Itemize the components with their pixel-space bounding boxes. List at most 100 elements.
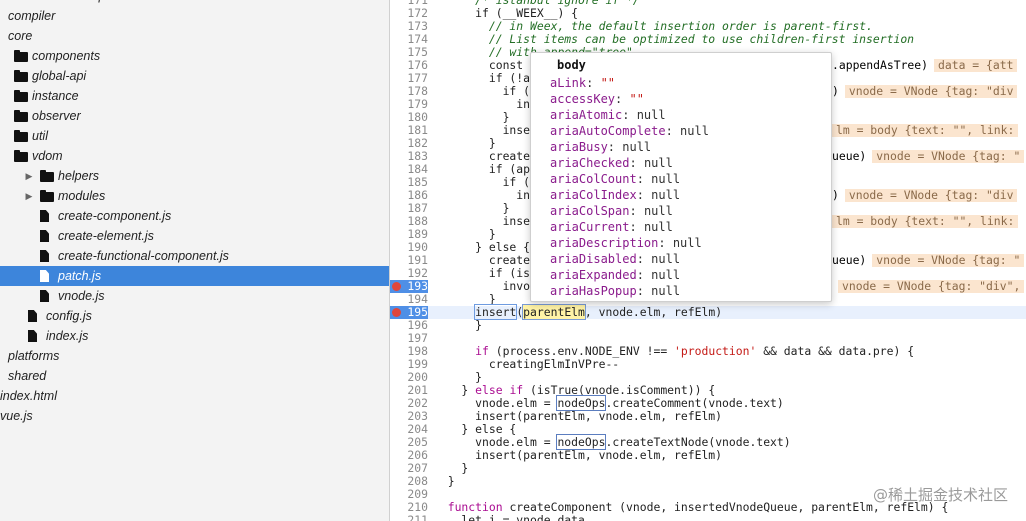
- tree-item[interactable]: create-functional-component.js: [0, 246, 389, 266]
- property-value: null: [643, 204, 673, 218]
- colon: :: [629, 204, 644, 218]
- property-name: ariaCurrent: [550, 220, 630, 234]
- property-row[interactable]: accessKey: "": [550, 91, 644, 107]
- property-name: ariaAutoComplete: [550, 124, 666, 138]
- tree-item-label: util: [32, 129, 48, 143]
- code-tail: lm = body {text: "", link:: [832, 124, 1019, 137]
- tree-item[interactable]: components: [0, 46, 389, 66]
- tree-item[interactable]: ▶ helpers: [0, 166, 389, 186]
- code-line[interactable]: 206 insert(parentElm, vnode.elm, refElm): [390, 449, 1026, 462]
- tree-item[interactable]: config.js: [0, 306, 389, 326]
- tree-item[interactable]: global-api: [0, 66, 389, 86]
- tree-item[interactable]: create-element.js: [0, 226, 389, 246]
- code-part: }: [434, 474, 455, 488]
- code-part: if (: [434, 84, 531, 98]
- property-row[interactable]: ariaColCount: null: [550, 171, 680, 187]
- property-name: ariaAtomic: [550, 108, 623, 122]
- tree-item[interactable]: vnode.js: [0, 286, 389, 306]
- code-part: }: [434, 292, 496, 306]
- colon: :: [658, 236, 673, 250]
- code-part: // in Weex, the default insertion order …: [434, 19, 873, 33]
- code-part: }: [434, 318, 483, 332]
- disclosure-triangle-icon[interactable]: ▶: [24, 166, 34, 186]
- property-row[interactable]: aLink: "": [550, 75, 615, 91]
- code-part: ueue): [832, 149, 867, 163]
- code-text: insert(parentElm, vnode.elm, refElm): [434, 449, 722, 462]
- file-navigator: Users/tian/Desktop/read-source/vue/srcco…: [0, 0, 390, 521]
- variable-preview-popover: body aLink: "" accessKey: "" ariaAtomic: n…: [530, 52, 832, 302]
- colon: :: [636, 188, 652, 202]
- property-value: null: [651, 284, 681, 298]
- property-value: null: [680, 124, 709, 138]
- tree-item-label: patch.js: [58, 269, 102, 283]
- tree-item[interactable]: vdom: [0, 146, 389, 166]
- tree-item-label: core: [8, 29, 33, 43]
- folder-icon: [40, 190, 54, 202]
- tree-item[interactable]: platforms: [0, 346, 389, 366]
- colon: :: [622, 108, 637, 122]
- property-name: ariaColSpan: [550, 204, 630, 218]
- breakpoint-icon[interactable]: [392, 282, 401, 291]
- property-row[interactable]: ariaDisabled: null: [550, 251, 680, 267]
- disclosure-triangle-icon[interactable]: ▶: [24, 186, 34, 206]
- code-line[interactable]: 207 }: [390, 462, 1026, 475]
- keyword: if: [475, 344, 489, 358]
- watermark: @稀土掘金技术社区: [872, 486, 1008, 504]
- tree-item-label: instance: [32, 89, 79, 103]
- code-line[interactable]: 196 }: [390, 319, 1026, 332]
- colon: :: [615, 92, 630, 106]
- code-line[interactable]: 211 let i = vnode.data: [390, 514, 1026, 521]
- code-part: invo: [434, 279, 531, 293]
- property-value: null: [672, 236, 702, 250]
- property-row[interactable]: ariaBusy: null: [550, 139, 651, 155]
- line-number[interactable]: 211: [390, 514, 428, 521]
- tree-item[interactable]: ▶ modules: [0, 186, 389, 206]
- property-row[interactable]: ariaCurrent: null: [550, 219, 673, 235]
- property-row[interactable]: ariaColSpan: null: [550, 203, 673, 219]
- tree-item-label: config.js: [46, 309, 92, 323]
- property-row[interactable]: ariaExpanded: null: [550, 267, 680, 283]
- tree-item[interactable]: compiler: [0, 6, 389, 26]
- tree-item[interactable]: create-component.js: [0, 206, 389, 226]
- tree-item-label: components: [32, 49, 101, 63]
- property-row[interactable]: ariaHasPopup: null: [550, 283, 680, 299]
- property-row[interactable]: ariaAutoComplete: null: [550, 123, 709, 139]
- keyword: function: [447, 500, 503, 514]
- tree-item[interactable]: core: [0, 26, 389, 46]
- property-name: ariaColCount: [550, 172, 637, 186]
- tree-item[interactable]: shared: [0, 366, 389, 386]
- hovered-variable[interactable]: parentElm: [522, 304, 586, 320]
- colon: :: [629, 220, 644, 234]
- tree-item[interactable]: vue.js: [0, 406, 389, 426]
- call-expression[interactable]: insert: [474, 304, 518, 320]
- file-icon: [40, 230, 49, 242]
- code-line[interactable]: 195 insert(parentElm, vnode.elm, refElm): [390, 304, 1026, 320]
- tree-item-label: helpers: [58, 169, 99, 183]
- file-icon: [40, 290, 49, 302]
- code-line[interactable]: 199 creatingElmInVPre--: [390, 358, 1026, 371]
- tree-item-label: vdom: [32, 149, 63, 163]
- file-icon: [40, 270, 49, 282]
- tree-item[interactable]: util: [0, 126, 389, 146]
- tree-item[interactable]: index.html: [0, 386, 389, 406]
- symbol-reference[interactable]: nodeOps: [556, 434, 607, 450]
- inline-value: vnode = VNode {tag: ": [872, 150, 1025, 163]
- property-value: null: [643, 156, 673, 170]
- property-row[interactable]: ariaDescription: null: [550, 235, 702, 251]
- file-icon: [28, 310, 37, 322]
- tree-item[interactable]: index.js: [0, 326, 389, 346]
- symbol-reference[interactable]: nodeOps: [556, 395, 607, 411]
- tree-item[interactable]: patch.js: [0, 266, 389, 286]
- property-row[interactable]: ariaChecked: null: [550, 155, 673, 171]
- tree-item-label: observer: [32, 109, 81, 123]
- property-row[interactable]: ariaColIndex: null: [550, 187, 680, 203]
- code-part: }: [434, 201, 510, 215]
- code-part: inse: [434, 123, 531, 137]
- breakpoint-icon[interactable]: [392, 308, 401, 317]
- tree-item[interactable]: instance: [0, 86, 389, 106]
- code-part: [434, 500, 448, 514]
- property-row[interactable]: ariaAtomic: null: [550, 107, 666, 123]
- code-part: ): [832, 84, 839, 98]
- tree-item[interactable]: observer: [0, 106, 389, 126]
